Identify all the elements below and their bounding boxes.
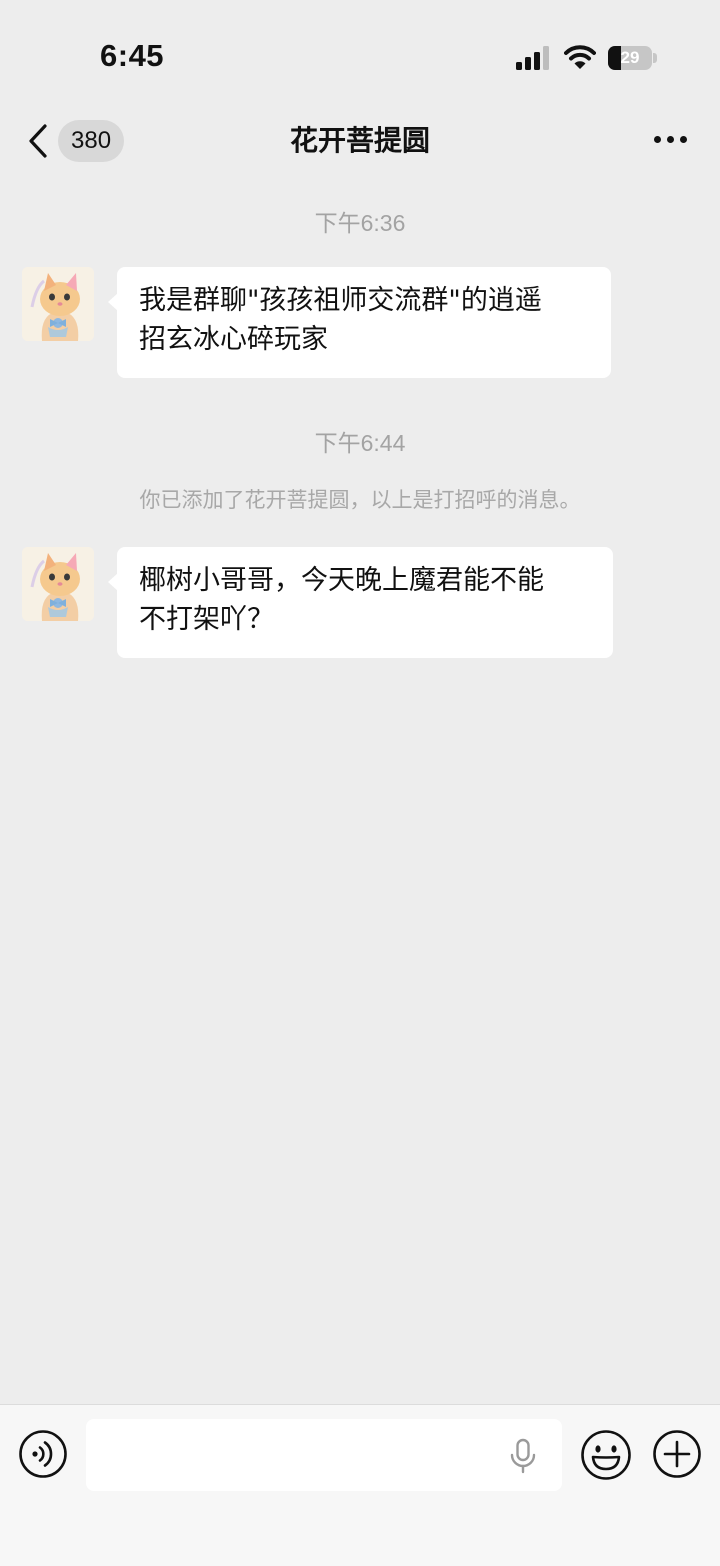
status-bar: 6:45 29 <box>0 0 720 110</box>
message-text-line: 椰树小哥哥，今天晚上魔君能不能 <box>139 565 544 596</box>
cat-avatar-image <box>22 547 94 621</box>
voice-toggle-icon[interactable] <box>18 1429 68 1479</box>
cellular-signal-icon <box>516 46 552 70</box>
emoji-icon[interactable] <box>580 1429 632 1481</box>
message-text-line: 招玄冰心碎玩家 <box>139 324 328 355</box>
wifi-icon <box>564 45 596 69</box>
system-notice: 你已添加了花开菩提圆，以上是打招呼的消息。 <box>139 488 581 512</box>
contact-avatar[interactable] <box>22 267 94 341</box>
message-text-line: 不打架吖？ <box>139 604 274 635</box>
input-toolbar <box>0 1404 720 1566</box>
chat-header: 380 花开菩提圆 <box>0 110 720 174</box>
plus-icon[interactable] <box>652 1429 702 1479</box>
chevron-left-icon[interactable] <box>26 122 52 160</box>
incoming-message-bubble[interactable]: 椰树小哥哥，今天晚上魔君能不能 不打架吖？ <box>108 547 613 658</box>
ellipsis-icon[interactable] <box>650 136 690 146</box>
message-list[interactable]: 下午6:36 我是群聊"孩孩祖师交流群"的逍遥 招玄冰心碎玩家 下午6:44 你… <box>0 174 720 1404</box>
message-timestamp: 下午6:44 <box>314 430 406 456</box>
contact-avatar[interactable] <box>22 547 94 621</box>
message-timestamp: 下午6:36 <box>314 210 406 236</box>
battery-level: 29 <box>620 48 640 67</box>
microphone-icon[interactable] <box>509 1438 537 1474</box>
message-input[interactable] <box>86 1419 562 1491</box>
cat-avatar-image <box>22 267 94 341</box>
status-time: 6:45 <box>100 38 165 73</box>
unread-count-badge[interactable]: 380 <box>58 120 125 162</box>
message-text-line: 我是群聊"孩孩祖师交流群"的逍遥 <box>139 285 542 316</box>
incoming-message-bubble[interactable]: 我是群聊"孩孩祖师交流群"的逍遥 招玄冰心碎玩家 <box>108 267 611 378</box>
chat-title: 花开菩提圆 <box>289 124 430 157</box>
battery-nub <box>653 53 657 63</box>
battery-icon: 29 <box>608 46 652 70</box>
